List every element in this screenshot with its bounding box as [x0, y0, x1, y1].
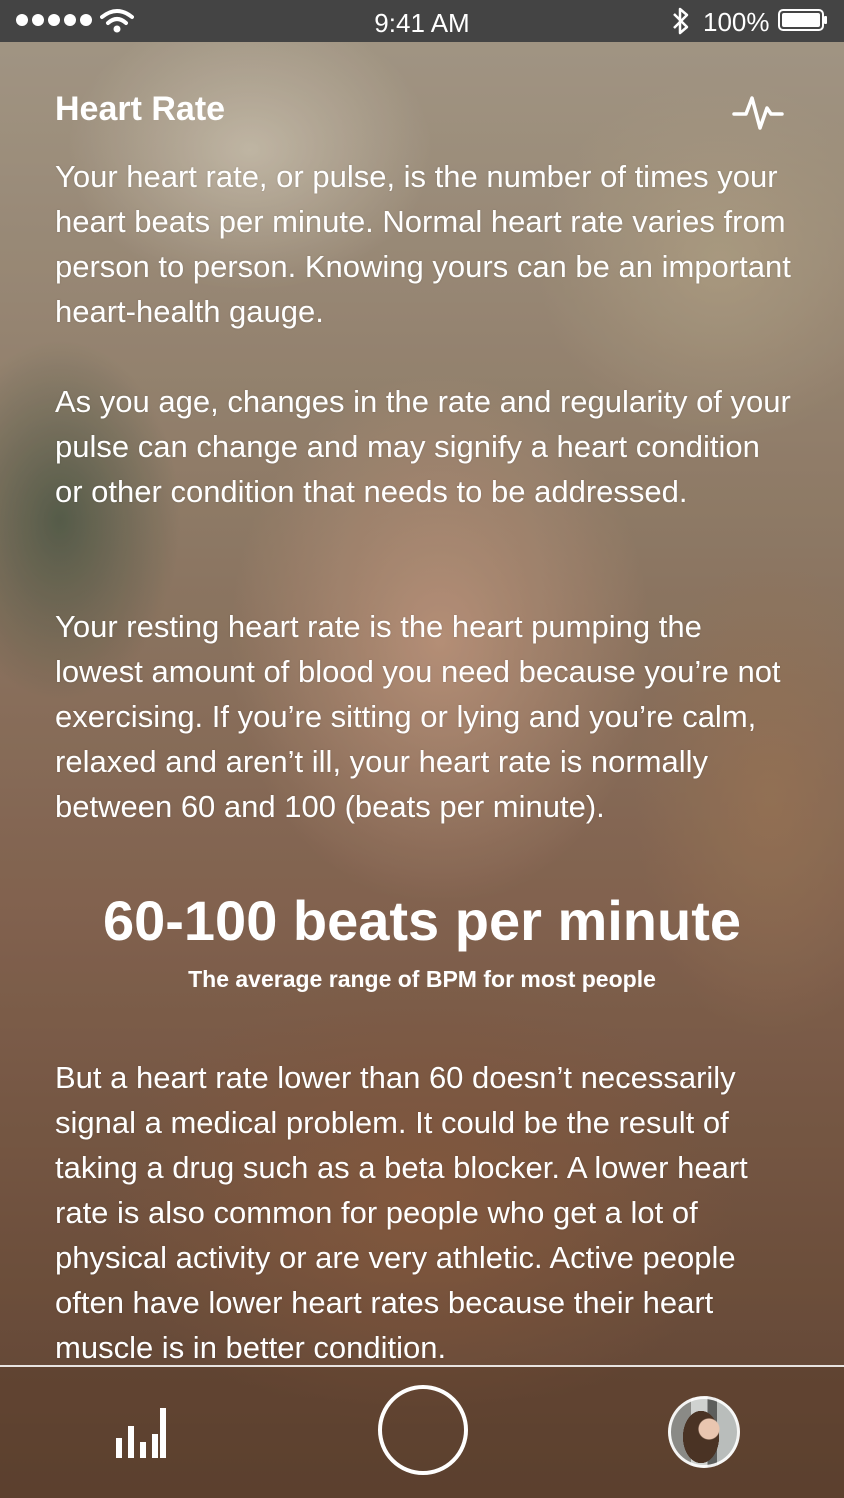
- page-title: Heart Rate: [55, 90, 226, 128]
- bar-chart-icon[interactable]: [114, 1408, 166, 1458]
- intro-paragraph: Your heart rate, or pulse, is the number…: [55, 159, 791, 329]
- battery-percent: 100%: [703, 7, 770, 37]
- bpm-range-value: 60-100 beats per minute: [102, 889, 742, 952]
- pulse-icon[interactable]: [732, 92, 784, 132]
- status-bar: 9:41 AM 100%: [0, 0, 844, 42]
- battery-icon: [778, 9, 827, 31]
- resting-rate-paragraph: Your resting heart rate is the heart pum…: [55, 609, 781, 824]
- tab-bar-divider: [0, 1365, 844, 1367]
- bpm-range-caption: The average range of BPM for most people: [188, 966, 656, 992]
- bluetooth-icon: [673, 7, 689, 35]
- record-button[interactable]: [378, 1385, 468, 1475]
- age-paragraph: As you age, changes in the rate and regu…: [55, 384, 791, 509]
- heart-rate-screen: 9:41 AM 100% Heart Rate Your heart rate,…: [0, 0, 844, 1498]
- low-rate-paragraph: But a heart rate lower than 60 doesn’t n…: [55, 1060, 748, 1365]
- avatar[interactable]: [668, 1396, 740, 1468]
